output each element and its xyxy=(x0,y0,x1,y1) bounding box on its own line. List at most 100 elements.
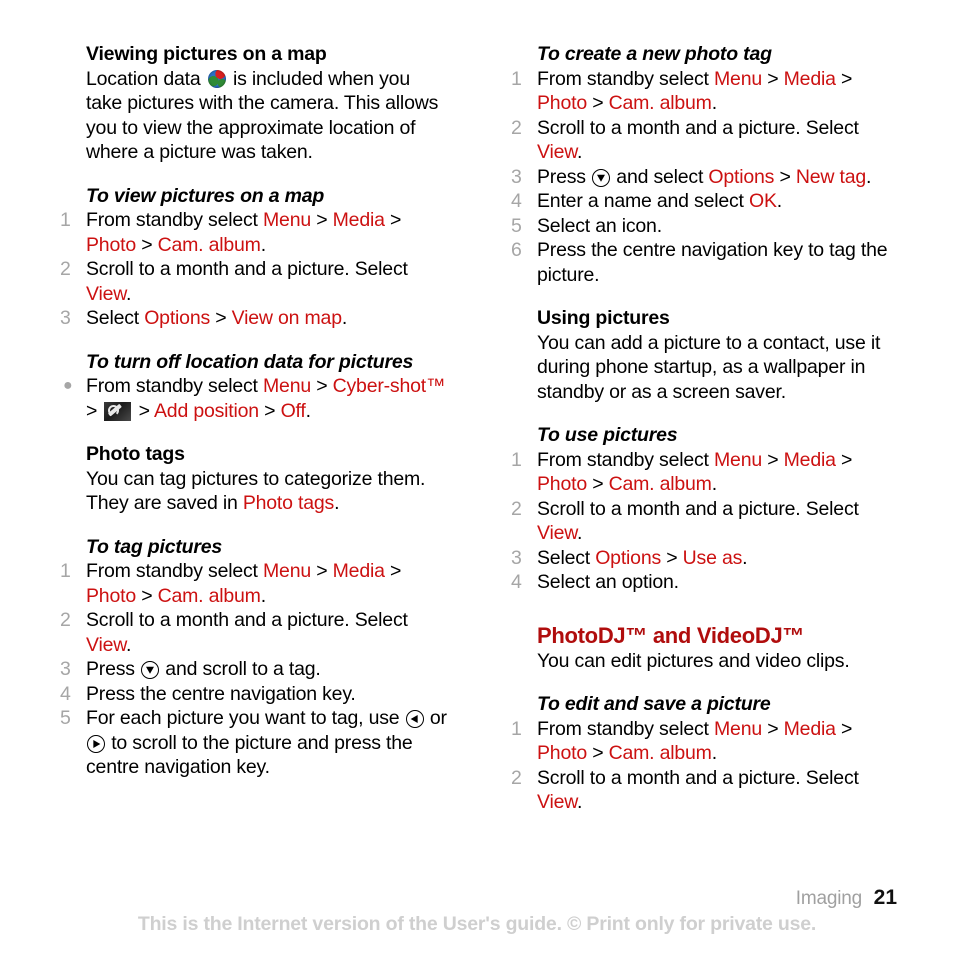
heading-using-pictures: Using pictures xyxy=(537,307,670,329)
two-column-body: Viewing pictures on a map Location data … xyxy=(60,42,900,815)
step-text-continued: to scroll to the picture and press the c… xyxy=(86,731,413,779)
wrench-icon xyxy=(104,401,132,421)
list-item: 4 Enter a name and select OK. xyxy=(511,189,900,214)
list-item: 1 From standby select Menu > Media > Pho… xyxy=(60,208,449,257)
separator: > xyxy=(141,584,153,607)
menu-link: Menu xyxy=(714,717,762,740)
step-text: From standby select xyxy=(86,209,258,231)
menu-link: Menu xyxy=(263,209,311,231)
separator: > xyxy=(592,92,604,114)
separator: > xyxy=(138,399,150,422)
step-number: 5 xyxy=(511,214,522,237)
steps-to-create-a-new-photo-tag: 1 From standby select Menu > Media > Pho… xyxy=(511,67,900,288)
step-number: 4 xyxy=(511,190,522,212)
photo-link: Photo xyxy=(537,742,587,764)
cam-album-link: Cam. album xyxy=(608,742,712,764)
separator: > xyxy=(264,399,276,422)
list-item: 1 From standby select Menu > Media > Pho… xyxy=(60,559,449,608)
footer-disclaimer: This is the Internet version of the User… xyxy=(137,913,817,935)
manual-page: Viewing pictures on a map Location data … xyxy=(0,0,954,954)
step-number: 5 xyxy=(60,707,71,729)
step-text: Scroll to a month and a picture. Select xyxy=(537,497,859,520)
off-link: Off xyxy=(280,399,306,422)
list-item: 2 Scroll to a month and a picture. Selec… xyxy=(511,497,900,546)
list-item: 1 From standby select Menu > Media > Pho… xyxy=(511,448,900,497)
list-item: ● From standby select Menu > Cyber-shot™… xyxy=(60,374,449,423)
step-text: Press the centre navigation key. xyxy=(86,682,356,705)
globe-icon xyxy=(207,69,226,88)
photo-tags-link: Photo tags xyxy=(242,492,335,514)
paragraph-photodj: You can edit pictures and video clips. xyxy=(537,649,850,672)
period: . xyxy=(711,742,717,764)
navigation-down-icon xyxy=(141,661,160,679)
list-item: 6 Press the centre navigation key to tag… xyxy=(511,238,900,287)
separator: > xyxy=(767,67,779,90)
step-number: 1 xyxy=(511,448,522,471)
list-item: 4 Select an option. xyxy=(511,570,900,595)
list-item: 2 Scroll to a month and a picture. Selec… xyxy=(60,257,449,306)
steps-to-edit-and-save-a-picture: 1 From standby select Menu > Media > Pho… xyxy=(511,717,900,815)
step-number: 2 xyxy=(511,116,522,139)
list-item: 1 From standby select Menu > Media > Pho… xyxy=(511,67,900,116)
add-position-link: Add position xyxy=(154,399,259,422)
heading-to-view-pictures-on-a-map: To view pictures on a map xyxy=(86,184,325,207)
view-link: View xyxy=(86,633,127,656)
separator: > xyxy=(767,448,779,471)
step-text-or: or xyxy=(429,707,447,729)
paragraph-viewing-pictures: Location data is included when you take … xyxy=(86,67,449,165)
period: . xyxy=(742,546,748,569)
step-number: 1 xyxy=(60,560,71,582)
heading-to-edit-and-save-a-picture: To edit and save a picture xyxy=(537,693,771,715)
photo-link: Photo xyxy=(537,92,587,114)
step-number: 3 xyxy=(511,546,522,569)
list-item: 3 Select Options > Use as. xyxy=(511,546,900,571)
list-item: 2 Scroll to a month and a picture. Selec… xyxy=(511,116,900,165)
list-item: 5 For each picture you want to tag, use … xyxy=(60,706,449,780)
steps-to-use-pictures: 1 From standby select Menu > Media > Pho… xyxy=(511,448,900,595)
separator: > xyxy=(141,233,153,256)
media-link: Media xyxy=(783,67,836,90)
step-number: 4 xyxy=(60,682,71,705)
period: . xyxy=(776,190,782,212)
menu-link: Menu xyxy=(263,375,311,397)
step-number: 1 xyxy=(511,67,522,90)
heading-viewing-pictures-on-a-map: Viewing pictures on a map xyxy=(86,43,327,65)
period: . xyxy=(260,233,266,256)
navigation-left-icon xyxy=(405,710,424,728)
ok-link: OK xyxy=(749,190,777,212)
step-text: From standby select xyxy=(86,560,258,582)
heading-to-turn-off-location-data: To turn off location data for pictures xyxy=(86,350,414,373)
step-number: 4 xyxy=(511,571,522,593)
step-text: Enter a name and select xyxy=(537,190,744,212)
separator: > xyxy=(215,307,227,329)
options-link: Options xyxy=(144,307,211,329)
cam-album-link: Cam. album xyxy=(608,92,712,114)
list-item: 3 Select Options > View on map. xyxy=(60,306,449,331)
view-on-map-link: View on map xyxy=(231,307,342,329)
heading-photo-tags: Photo tags xyxy=(86,443,185,465)
step-text: From standby select xyxy=(537,717,709,740)
location-data-text: Location data xyxy=(86,67,201,90)
options-link: Options xyxy=(595,546,662,569)
paragraph-photo-tags: You can tag pictures to categorize them.… xyxy=(86,467,449,516)
media-link: Media xyxy=(783,717,836,740)
media-link: Media xyxy=(332,560,385,582)
separator: > xyxy=(840,67,853,90)
step-text-continued: and scroll to a tag. xyxy=(165,658,321,680)
period: . xyxy=(341,307,348,329)
period: . xyxy=(305,399,311,422)
use-as-link: Use as xyxy=(682,546,743,569)
separator: > xyxy=(86,399,98,422)
separator: > xyxy=(592,473,604,495)
period: . xyxy=(711,92,717,114)
list-item: 3 Press and select Options > New tag. xyxy=(511,165,900,190)
separator: > xyxy=(316,375,328,397)
heading-photodj-videodj: PhotoDJ™ and VideoDJ™ xyxy=(537,622,805,648)
step-number: 2 xyxy=(511,497,522,520)
separator: > xyxy=(389,209,402,231)
period: . xyxy=(577,141,583,163)
period: . xyxy=(260,584,266,607)
step-text: From standby select xyxy=(537,67,709,90)
separator: > xyxy=(840,448,853,471)
separator: > xyxy=(316,209,328,231)
